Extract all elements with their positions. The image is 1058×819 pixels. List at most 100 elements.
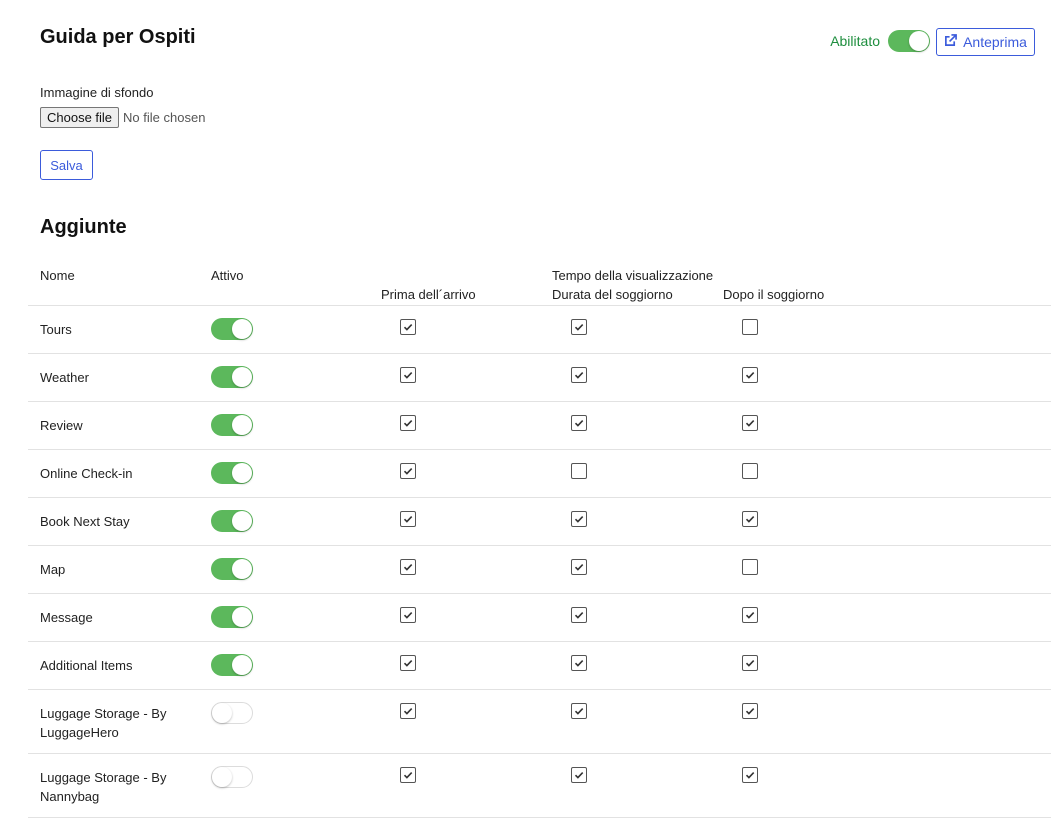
preview-button[interactable]: Anteprima: [936, 28, 1035, 56]
check-icon: [403, 660, 413, 667]
file-input: Choose file No file chosen: [40, 107, 205, 128]
check-icon: [574, 564, 584, 571]
checkbox-before[interactable]: [400, 607, 416, 623]
active-toggle[interactable]: [211, 702, 253, 724]
check-icon: [574, 420, 584, 427]
check-icon: [574, 372, 584, 379]
addon-name: Message: [40, 610, 93, 625]
check-icon: [574, 516, 584, 523]
checkbox-before[interactable]: [400, 767, 416, 783]
checkbox-before[interactable]: [400, 367, 416, 383]
enabled-label: Abilitato: [830, 33, 880, 49]
check-icon: [745, 708, 755, 715]
checkbox-during[interactable]: [571, 655, 587, 671]
checkbox-after[interactable]: [742, 415, 758, 431]
checkbox-during[interactable]: [571, 559, 587, 575]
checkbox-before[interactable]: [400, 703, 416, 719]
addon-name: Weather: [40, 370, 89, 385]
table-row: Book Next Stay: [28, 498, 1051, 546]
checkbox-after[interactable]: [742, 511, 758, 527]
addon-name: Online Check-in: [40, 466, 133, 481]
toggle-knob: [909, 31, 929, 51]
table-row: Luggage Storage - By Nannybag: [28, 754, 1051, 818]
checkbox-during[interactable]: [571, 703, 587, 719]
toggle-knob: [212, 703, 232, 723]
toggle-knob: [232, 319, 252, 339]
choose-file-button[interactable]: Choose file: [40, 107, 120, 128]
active-toggle[interactable]: [211, 606, 253, 628]
checkbox-after[interactable]: [742, 463, 758, 479]
check-icon: [574, 660, 584, 667]
addons-title: Aggiunte: [40, 216, 127, 238]
table-row: Weather: [28, 354, 1051, 402]
active-toggle[interactable]: [211, 558, 253, 580]
checkbox-before[interactable]: [400, 415, 416, 431]
toggle-knob: [232, 367, 252, 387]
check-icon: [403, 612, 413, 619]
active-toggle[interactable]: [211, 654, 253, 676]
check-icon: [745, 612, 755, 619]
checkbox-during[interactable]: [571, 511, 587, 527]
toggle-knob: [232, 511, 252, 531]
background-image-label: Immagine di sfondo: [40, 85, 154, 100]
checkbox-before[interactable]: [400, 511, 416, 527]
table-row: Message: [28, 594, 1051, 642]
checkbox-during[interactable]: [571, 319, 587, 335]
active-toggle[interactable]: [211, 414, 253, 436]
check-icon: [745, 372, 755, 379]
column-header-time-group: Tempo della visualizzazione: [552, 268, 714, 283]
enabled-toggle[interactable]: [888, 30, 930, 52]
checkbox-before[interactable]: [400, 655, 416, 671]
table-row: Review: [28, 402, 1051, 450]
checkbox-before[interactable]: [400, 559, 416, 575]
addon-name: Luggage Storage - By LuggageHero: [40, 706, 167, 740]
check-icon: [403, 372, 413, 379]
checkbox-before[interactable]: [400, 463, 416, 479]
checkbox-after[interactable]: [742, 607, 758, 623]
active-toggle[interactable]: [211, 766, 253, 788]
active-toggle[interactable]: [211, 510, 253, 532]
addon-name: Book Next Stay: [40, 514, 130, 529]
check-icon: [403, 516, 413, 523]
check-icon: [745, 420, 755, 427]
checkbox-before[interactable]: [400, 319, 416, 335]
checkbox-after[interactable]: [742, 655, 758, 671]
page-title: Guida per Ospiti: [40, 26, 196, 48]
check-icon: [745, 660, 755, 667]
checkbox-during[interactable]: [571, 415, 587, 431]
toggle-knob: [212, 767, 232, 787]
column-header-active: Attivo: [211, 268, 244, 283]
toggle-knob: [232, 655, 252, 675]
checkbox-after[interactable]: [742, 367, 758, 383]
checkbox-during[interactable]: [571, 463, 587, 479]
check-icon: [574, 772, 584, 779]
active-toggle[interactable]: [211, 462, 253, 484]
checkbox-during[interactable]: [571, 367, 587, 383]
checkbox-during[interactable]: [571, 607, 587, 623]
active-toggle[interactable]: [211, 366, 253, 388]
checkbox-after[interactable]: [742, 319, 758, 335]
checkbox-after[interactable]: [742, 767, 758, 783]
check-icon: [403, 420, 413, 427]
active-toggle[interactable]: [211, 318, 253, 340]
check-icon: [574, 708, 584, 715]
check-icon: [403, 324, 413, 331]
enabled-control: Abilitato: [830, 30, 930, 52]
table-row: Additional Items: [28, 642, 1051, 690]
addon-name: Review: [40, 418, 83, 433]
check-icon: [403, 772, 413, 779]
save-button[interactable]: Salva: [40, 150, 93, 180]
column-header-name: Nome: [40, 268, 75, 283]
checkbox-after[interactable]: [742, 703, 758, 719]
column-header-after: Dopo il soggiorno: [723, 287, 825, 302]
checkbox-after[interactable]: [742, 559, 758, 575]
checkbox-during[interactable]: [571, 767, 587, 783]
toggle-knob: [232, 607, 252, 627]
addon-name: Luggage Storage - By Nannybag: [40, 770, 167, 804]
check-icon: [403, 564, 413, 571]
check-icon: [745, 772, 755, 779]
table-row: Online Check-in: [28, 450, 1051, 498]
table-row: Map: [28, 546, 1051, 594]
check-icon: [403, 708, 413, 715]
toggle-knob: [232, 559, 252, 579]
